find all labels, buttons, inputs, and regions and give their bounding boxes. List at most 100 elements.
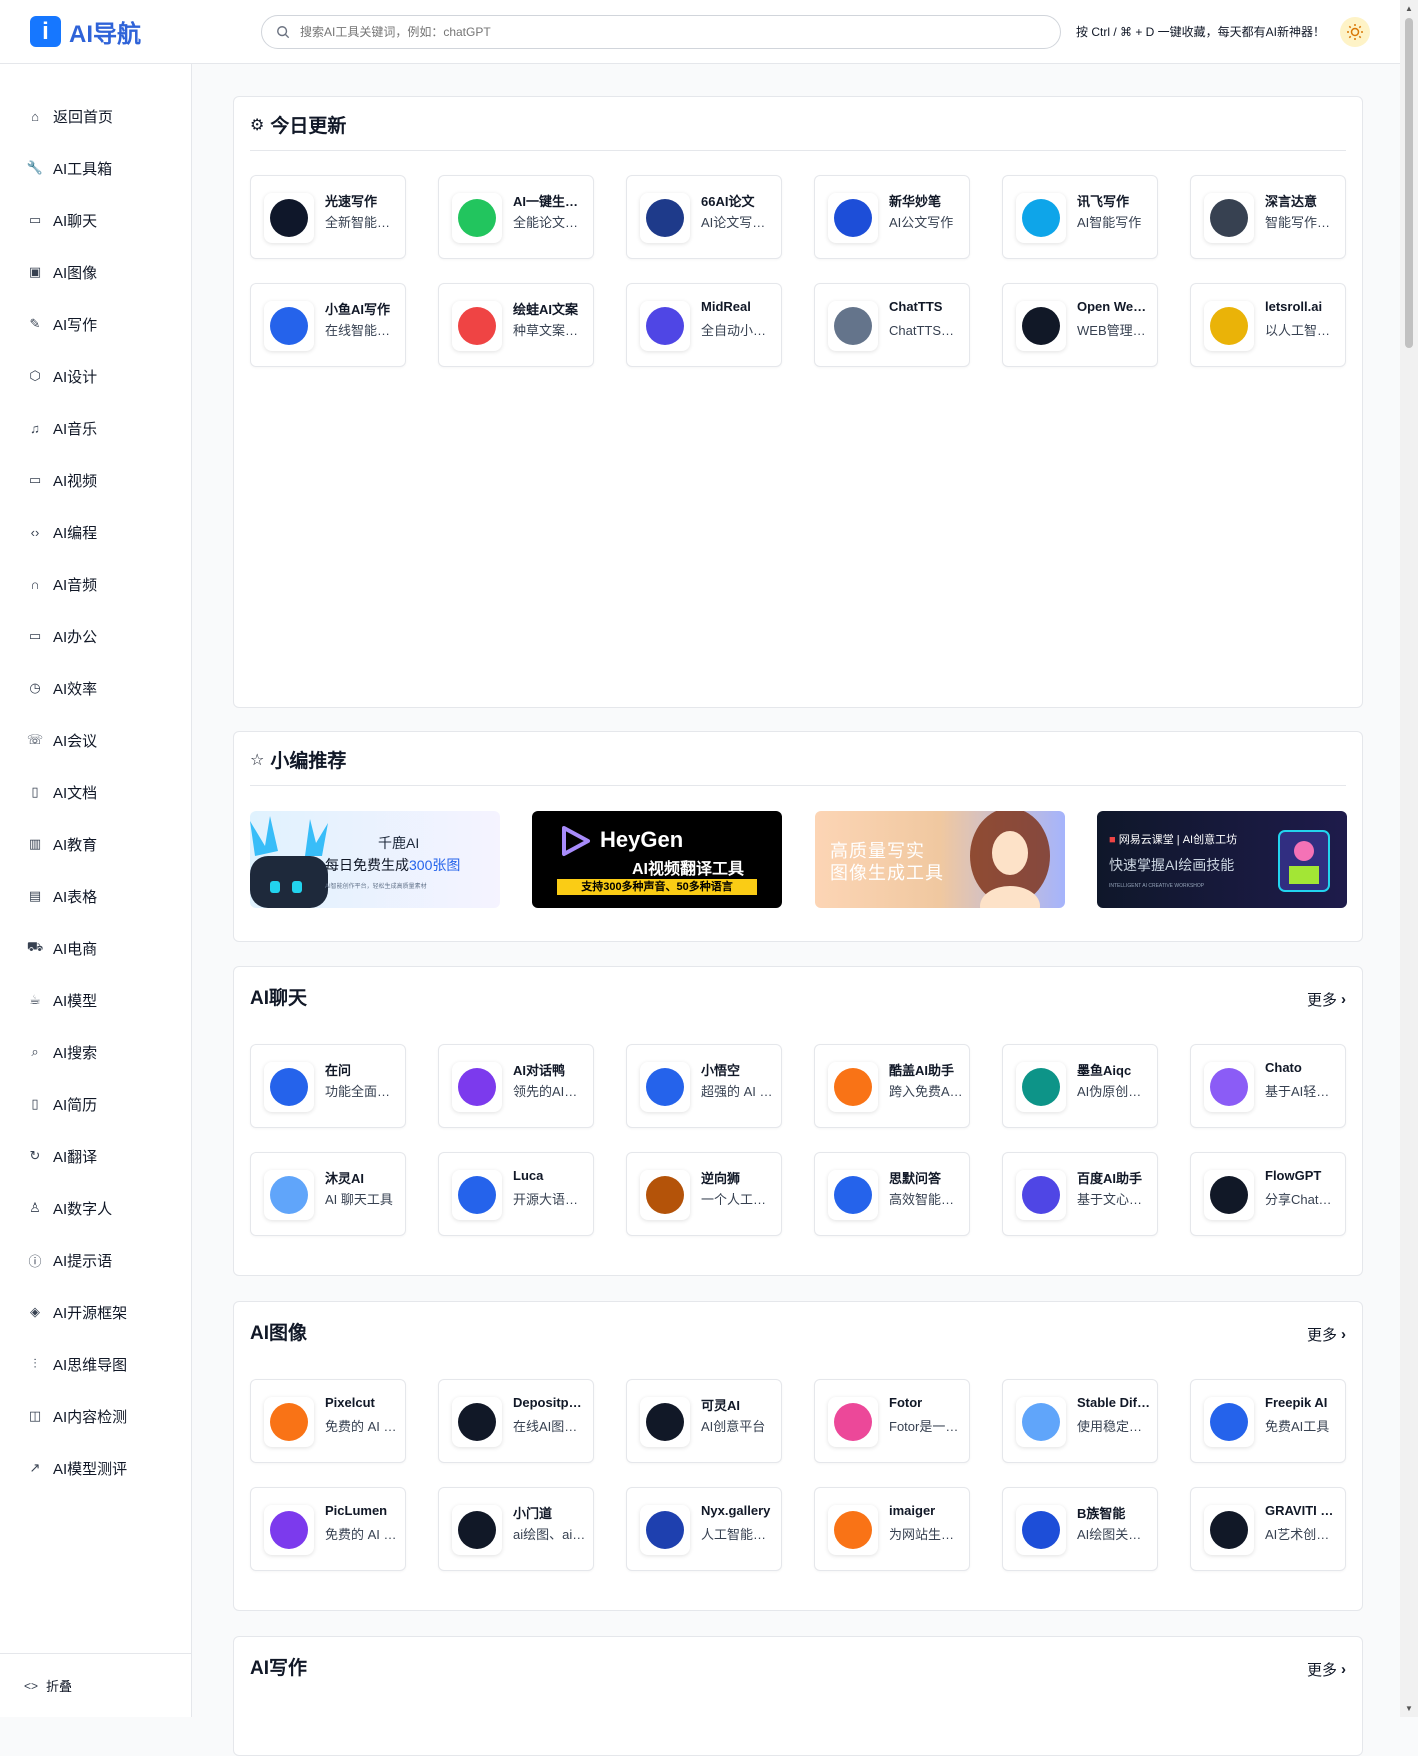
search-input[interactable] (300, 24, 1000, 39)
tool-card[interactable]: 逆向狮一个人工智能助手 (626, 1152, 782, 1236)
tool-logo-icon (270, 1068, 308, 1106)
search-box[interactable] (261, 14, 1061, 49)
sidebar-item[interactable]: ⌂ 返回首页 (27, 104, 113, 128)
banner-netease[interactable]: ■ 网易云课堂 | AI创意工坊 快速掌握AI绘画技能 INTELLIGENT … (1097, 811, 1347, 908)
tool-card[interactable]: ChatTTS ChatTTS语音合成 (814, 283, 970, 367)
tool-card[interactable]: Nyx.gallery 人工智能图像生成 (626, 1487, 782, 1571)
tool-card[interactable]: AI一键生成论文全能论文写作 (438, 175, 594, 259)
scroll-thumb[interactable] (1405, 18, 1413, 348)
tool-card[interactable]: 新华妙笔 AI公文写作 (814, 175, 970, 259)
tool-description: 分享ChatGPT提示 (1265, 1192, 1339, 1207)
banner-realistic-image[interactable]: 高质量写实 图像生成工具 (815, 811, 1065, 908)
theme-toggle-button[interactable] (1340, 16, 1371, 47)
tool-card[interactable]: Freepik AI 免费AI工具 (1190, 1379, 1346, 1463)
tool-name: Freepik AI (1265, 1395, 1328, 1410)
tool-card[interactable]: 思默问答 高效智能问答 (814, 1152, 970, 1236)
tool-card[interactable]: letsroll.ai 以人工智能生成 (1190, 283, 1346, 367)
tool-card[interactable]: 沐灵AI AI 聊天工具 (250, 1152, 406, 1236)
tool-logo (1016, 1170, 1066, 1220)
sidebar-item[interactable]: ▥ AI教育 (27, 832, 97, 856)
headphones-icon: ∩ (30, 576, 40, 592)
sidebar-item-label: 返回首页 (53, 108, 114, 126)
sidebar-item[interactable]: ⓘ AI提示语 (27, 1248, 112, 1272)
sidebar-item[interactable]: ▭ AI办公 (27, 624, 97, 648)
tool-card[interactable]: Chato 基于AI轻松定制 (1190, 1044, 1346, 1128)
more-link[interactable]: 更多 › (1307, 1324, 1346, 1345)
tool-card[interactable]: Fotor Fotor是一款图片编辑 (814, 1379, 970, 1463)
sidebar-item[interactable]: ✎ AI写作 (27, 312, 98, 336)
sidebar-item[interactable]: ▭ AI视频 (27, 468, 97, 492)
sidebar-item-label: AI教育 (53, 836, 98, 854)
tool-card[interactable]: 深言达意 智能写作助手 (1190, 175, 1346, 259)
sidebar-item[interactable]: ▤ AI表格 (27, 884, 97, 908)
tool-card[interactable]: 百度AI助手基于文心大模型 (1002, 1152, 1158, 1236)
tool-logo-icon (1210, 1403, 1248, 1441)
edit-icon: ✎ (29, 316, 41, 331)
logo[interactable]: i AI导航 (30, 14, 230, 49)
tool-card[interactable]: B族智能 AI绘图关键词 (1002, 1487, 1158, 1571)
banner-heygen[interactable]: HeyGen AI视频翻译工具 支持300多种声音、50多种语言 (532, 811, 782, 908)
tool-card[interactable]: 光速写作全新智能写作工具 (250, 175, 406, 259)
tool-logo (1016, 193, 1066, 243)
tool-logo-icon (1022, 199, 1060, 237)
tool-card[interactable]: AI对话鸭领先的AI对话工具 (438, 1044, 594, 1128)
sidebar: ⌂ 返回首页 🔧 AI工具箱 ▭ AI聊天 ▣ AI图像 ✎ AI写作 ⬡ AI设计 ♫ AI音乐 ▭ AI视… (0, 64, 192, 1717)
tool-name: 逆向狮 (701, 1171, 741, 1186)
sidebar-item[interactable]: ∩ AI音频 (27, 572, 97, 596)
tool-card[interactable]: 酷盖AI助手跨入免费AI时代 (814, 1044, 970, 1128)
banner-qianlu[interactable]: 千鹿AI 每日免费生成300张图 AI智能创作平台，轻松生成高质量素材 (250, 811, 500, 908)
sidebar-item[interactable]: ♫ AI音乐 (27, 416, 97, 440)
sidebar-item-label: AI会议 (53, 732, 98, 750)
tool-card[interactable]: imaiger 为网站生成图像 (814, 1487, 970, 1571)
sidebar-item-label: AI音频 (53, 576, 98, 594)
tool-card[interactable]: 小鱼AI写作 在线智能写作 (250, 283, 406, 367)
sidebar-item[interactable]: ‹› AI编程 (27, 520, 98, 544)
sidebar-item[interactable]: ◷ AI效率 (27, 676, 97, 700)
sidebar-item[interactable]: ☕ AI模型 (27, 988, 97, 1012)
scrollbar[interactable]: ▲ ▼ (1400, 0, 1418, 1717)
more-link[interactable]: 更多 › (1307, 989, 1346, 1010)
sidebar-item[interactable]: ⛟ AI电商 (27, 936, 97, 960)
tool-card[interactable]: FlowGPT 分享ChatGPT提示 (1190, 1152, 1346, 1236)
sidebar-item[interactable]: ↗ AI模型测评 (27, 1456, 128, 1480)
tool-description: 全新智能写作工具 (325, 215, 399, 230)
sidebar-item[interactable]: ◈ AI开源框架 (27, 1300, 127, 1324)
scroll-down-arrow-icon[interactable]: ▼ (1405, 1704, 1413, 1713)
tool-card[interactable]: Depositphotos 在线AI图片编辑 (438, 1379, 594, 1463)
tool-card[interactable]: PicLumen 免费的 AI 图像生成 (250, 1487, 406, 1571)
sidebar-item[interactable]: ⌕ AI搜索 (27, 1040, 97, 1064)
tool-card[interactable]: Open WebUI WEB管理界面 (1002, 283, 1158, 367)
sidebar-item[interactable]: ☏ AI会议 (27, 728, 97, 752)
tool-description: 开源大语言模型 (513, 1192, 587, 1207)
tool-logo (1204, 301, 1254, 351)
sidebar-item[interactable]: ⫶ AI思维导图 (27, 1352, 127, 1376)
more-link[interactable]: 更多 › (1307, 1659, 1346, 1680)
tool-card[interactable]: 讯飞写作 AI智能写作 (1002, 175, 1158, 259)
tool-card[interactable]: 小悟空超强的 AI 助手 (626, 1044, 782, 1128)
sidebar-item[interactable]: ◫ AI内容检测 (27, 1404, 127, 1428)
sidebar-item[interactable]: ▯ AI文档 (27, 780, 97, 804)
sidebar-item[interactable]: ▭ AI聊天 (27, 208, 97, 232)
sidebar-item[interactable]: ⬡ AI设计 (27, 364, 97, 388)
tool-logo-icon (834, 1176, 872, 1214)
tool-card[interactable]: 小门道 ai绘图、ai设计 (438, 1487, 594, 1571)
tool-card[interactable]: Luca 开源大语言模型 (438, 1152, 594, 1236)
tool-card[interactable]: 可灵AI AI创意平台 (626, 1379, 782, 1463)
sidebar-item[interactable]: 🔧 AI工具箱 (27, 156, 112, 180)
tool-card[interactable]: MidReal 全自动小说生成 (626, 283, 782, 367)
collapse-button[interactable]: <> 折叠 (0, 1653, 192, 1717)
sidebar-item[interactable]: ↻ AI翻译 (27, 1144, 98, 1168)
scroll-up-arrow-icon[interactable]: ▲ (1405, 4, 1413, 13)
sidebar-item[interactable]: ▯ AI简历 (27, 1092, 97, 1116)
tool-card[interactable]: 墨鱼Aiqc AI伪原创工具 (1002, 1044, 1158, 1128)
tool-card[interactable]: GRAVITI Diffus AI艺术创作平台 (1190, 1487, 1346, 1571)
ai-chat-panel: AI聊天 更多› 在问功能全面的AI助手AI对话鸭领先的AI对话工具小悟空超强的… (233, 966, 1363, 1276)
tool-card[interactable]: 绘蛙AI文案 种草文案生成 (438, 283, 594, 367)
tool-card[interactable]: 在问功能全面的AI助手 (250, 1044, 406, 1128)
tool-card[interactable]: Stable Diffusion 使用稳定扩散模型 (1002, 1379, 1158, 1463)
tool-logo-icon (1210, 307, 1248, 345)
sidebar-item[interactable]: ▣ AI图像 (27, 260, 97, 284)
sidebar-item[interactable]: ♙ AI数字人 (27, 1196, 112, 1220)
tool-card[interactable]: Pixelcut 免费的 AI 图片编辑 (250, 1379, 406, 1463)
tool-card[interactable]: 66AI论文 AI论文写作工具 (626, 175, 782, 259)
